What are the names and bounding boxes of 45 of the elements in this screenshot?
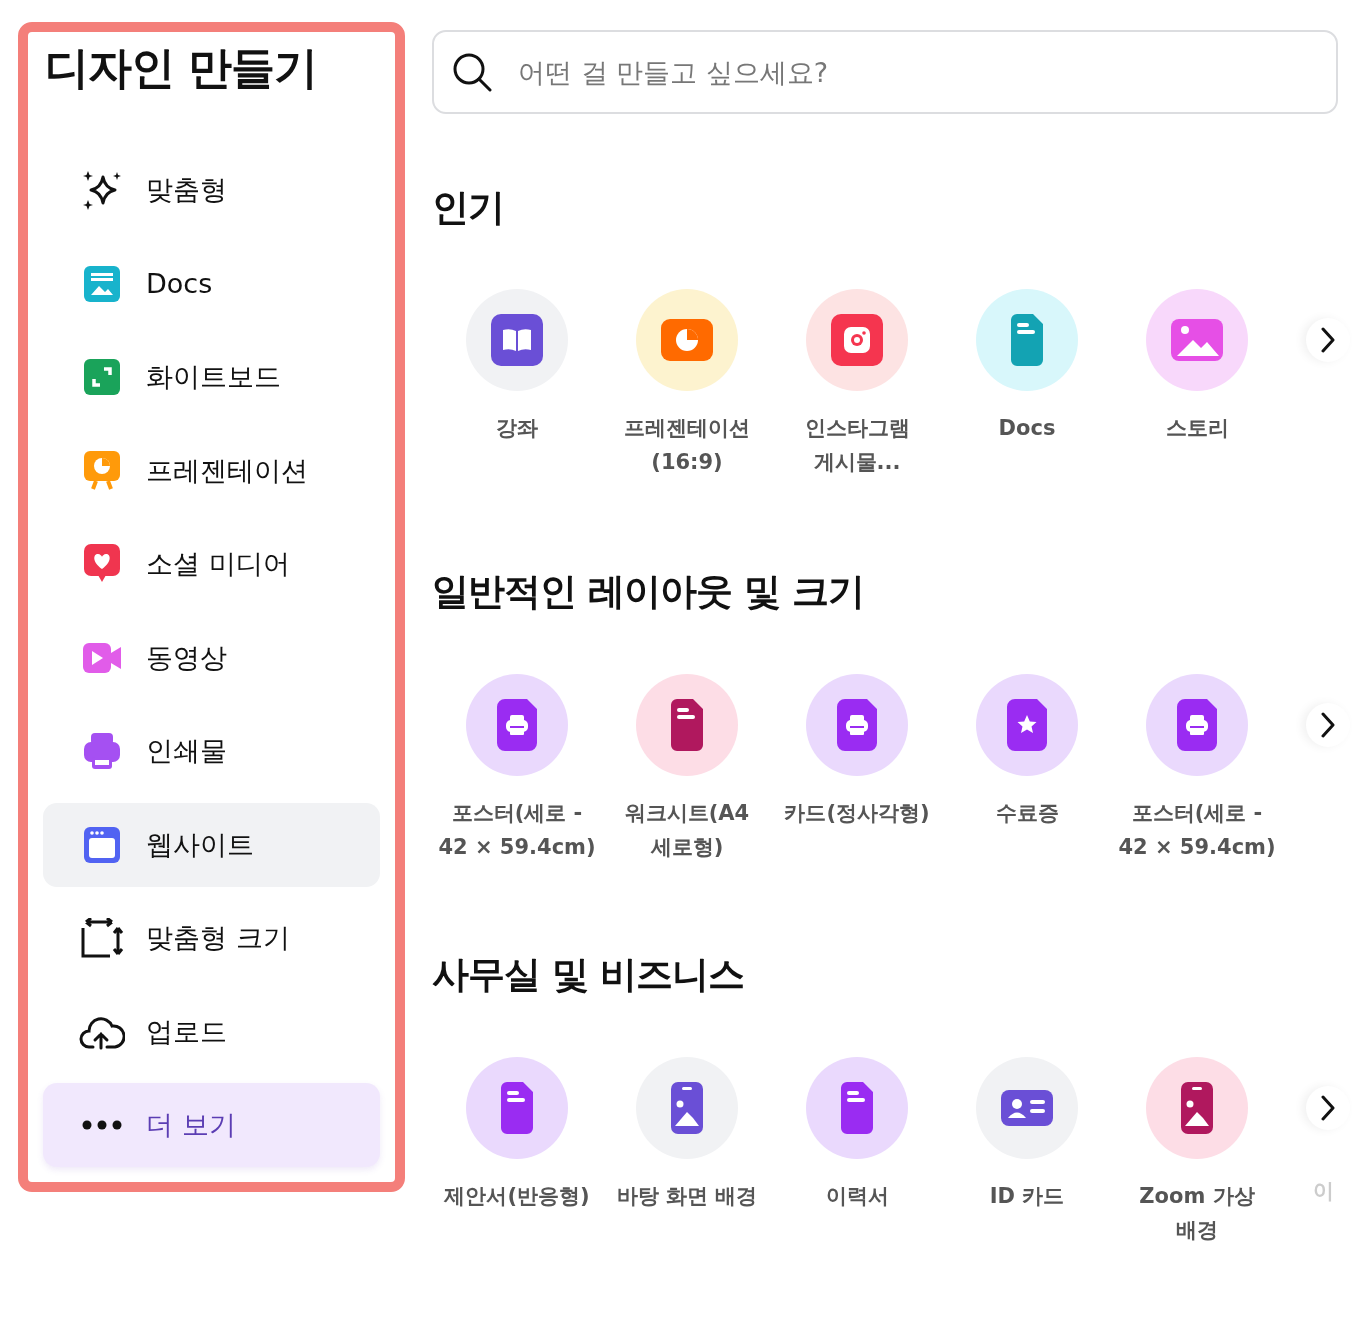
design-type-item[interactable]: 제안서(반응형) xyxy=(432,1057,602,1248)
chevron-right-icon xyxy=(1321,327,1335,353)
design-type-item[interactable]: 수료증 xyxy=(942,673,1112,864)
design-type-item[interactable]: 프레젠테이션 (16:9) xyxy=(602,289,772,479)
panel-title: 디자인 만들기 xyxy=(45,41,319,95)
design-type-item[interactable]: 워크시트(A4 세로형) xyxy=(602,673,772,864)
category-item[interactable]: 소셜 미디어 xyxy=(43,522,380,606)
category-item[interactable]: 맞춤형 xyxy=(43,148,380,232)
category-item[interactable]: 인쇄물 xyxy=(43,709,380,793)
design-type-item[interactable]: 이력서 xyxy=(772,1057,942,1248)
category-item[interactable]: 맞춤형 크기 xyxy=(43,896,380,980)
design-type-item[interactable]: 포스터(세로 - 42 × 59.4cm) xyxy=(432,673,602,864)
section-title: 인기 xyxy=(432,186,505,230)
design-type-item[interactable]: 카드(정사각형) xyxy=(772,673,942,864)
presentation-icon xyxy=(84,450,120,491)
category-item[interactable]: 화이트보드 xyxy=(43,335,380,419)
design-type-item[interactable]: Zoom 가상 배경 xyxy=(1112,1057,1282,1248)
more-dots-icon xyxy=(82,1120,122,1130)
category-item[interactable]: 프레젠테이션 xyxy=(43,428,380,513)
design-type-item[interactable]: 인스타그램 게시물... xyxy=(772,289,942,479)
browser-window-icon xyxy=(84,826,120,863)
whiteboard-icon xyxy=(84,359,120,395)
section-title: 일반적인 레이아웃 및 크기 xyxy=(432,569,865,614)
camera-icon xyxy=(831,314,883,366)
document-icon xyxy=(84,265,120,302)
design-type-item[interactable]: 강좌 xyxy=(432,289,602,479)
heart-icon xyxy=(84,544,120,584)
chevron-right-icon xyxy=(1321,1095,1335,1122)
book-icon xyxy=(491,314,543,366)
more-button[interactable]: 더 보기 xyxy=(43,1083,380,1167)
design-type-item[interactable]: 포스터(세로 - 42 × 59.4cm) xyxy=(1112,673,1282,864)
section-title: 사무실 및 비즈니스 xyxy=(432,953,745,998)
design-type-item[interactable]: 스토리 xyxy=(1112,289,1282,479)
category-item[interactable]: 동영상 xyxy=(43,615,380,700)
category-item[interactable]: 웹사이트 xyxy=(43,802,380,887)
category-item[interactable]: Docs xyxy=(43,241,380,326)
printer-icon xyxy=(84,733,120,769)
chevron-right-icon xyxy=(1321,711,1335,738)
video-camera-icon xyxy=(83,642,121,673)
search-field[interactable]: 어떤 걸 만들고 싶으세요? xyxy=(432,30,1338,114)
design-type-item[interactable]: 바탕 화면 배경 xyxy=(602,1057,772,1248)
category-item[interactable]: 업로드 xyxy=(43,989,380,1074)
design-type-item[interactable]: Docs xyxy=(942,289,1112,479)
design-type-item[interactable]: ID 카드 xyxy=(942,1057,1112,1248)
resize-icon xyxy=(80,918,124,958)
